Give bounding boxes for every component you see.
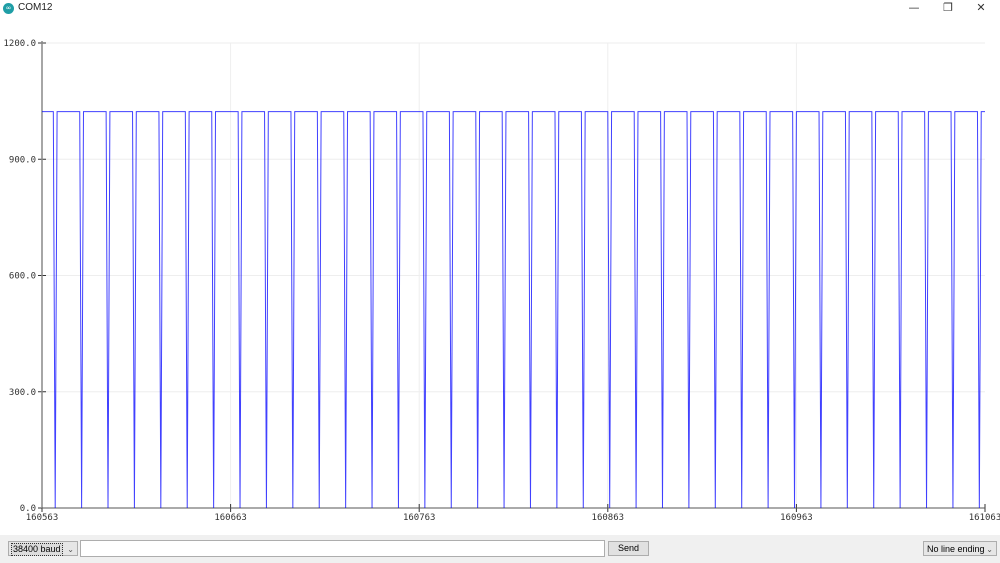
line-ending-value: No line ending	[927, 544, 985, 554]
y-tick-label: 600.0	[9, 272, 36, 282]
x-tick-label: 160763	[403, 513, 436, 523]
series-line	[42, 111, 985, 509]
x-tick-label: 161063	[969, 513, 1000, 523]
x-tick-label: 160963	[780, 513, 813, 523]
chevron-down-icon: ⌄	[67, 545, 74, 554]
grid	[42, 42, 985, 508]
minimize-button[interactable]: —	[899, 0, 929, 16]
line-ending-select[interactable]: No line ending ⌄	[923, 541, 997, 556]
baud-rate-select[interactable]: 38400 baud ⌄	[8, 541, 78, 556]
send-button[interactable]: Send	[608, 541, 649, 556]
arduino-icon: ∞	[3, 3, 14, 14]
x-tick-label: 160563	[26, 513, 59, 523]
y-tick-label: 900.0	[9, 155, 36, 165]
x-tick-label: 160663	[214, 513, 247, 523]
message-input[interactable]	[80, 540, 605, 557]
restore-button[interactable]: ❐	[933, 0, 963, 16]
y-tick-label: 1200.0	[3, 39, 36, 49]
serial-plot: 0.0300.0600.0900.01200.0160563 160663 1607…	[3, 39, 1000, 523]
x-tick-label: 160863	[592, 513, 625, 523]
y-tick-label: 300.0	[9, 388, 36, 398]
chevron-down-icon: ⌄	[986, 545, 993, 554]
baud-rate-value: 38400 baud	[11, 543, 63, 556]
title-bar: ∞ COM12 — ❐ ✕	[0, 0, 1000, 18]
bottom-toolbar: 38400 baud ⌄ Send No line ending ⌄	[0, 535, 1000, 563]
window-title: COM12	[18, 2, 53, 13]
close-button[interactable]: ✕	[966, 0, 996, 16]
